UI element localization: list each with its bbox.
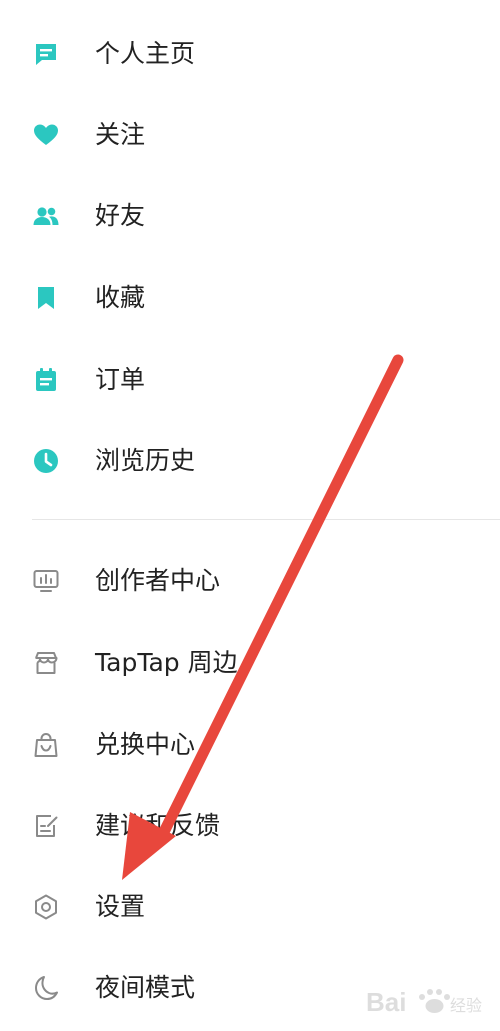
menu-item-redeem-center[interactable]: 兑换中心 — [0, 715, 500, 775]
menu-item-taptap-merch[interactable]: TapTap 周边 — [0, 633, 500, 693]
bookmark-icon — [32, 284, 60, 312]
menu-item-profile[interactable]: 个人主页 — [0, 24, 500, 84]
menu-item-feedback[interactable]: 建议和反馈 — [0, 796, 500, 856]
shopping-bag-icon — [32, 731, 60, 759]
menu-item-label: 个人主页 — [95, 39, 196, 68]
menu-item-label: 浏览历史 — [95, 446, 196, 475]
menu-item-label: 收藏 — [95, 283, 146, 312]
menu-item-label: 设置 — [95, 892, 146, 921]
menu-divider — [32, 519, 500, 520]
menu-item-label: TapTap 周边 — [95, 648, 238, 677]
profile-card-icon — [32, 40, 60, 68]
menu-item-label: 订单 — [95, 365, 146, 394]
menu-item-label: 建议和反馈 — [95, 811, 221, 840]
menu-item-night-mode[interactable]: 夜间模式 — [0, 958, 500, 1018]
menu-item-label: 关注 — [95, 120, 146, 149]
menu-item-creator-center[interactable]: 创作者中心 — [0, 551, 500, 611]
menu-item-follow[interactable]: 关注 — [0, 105, 500, 165]
edit-note-icon — [32, 812, 60, 840]
menu-item-favorites[interactable]: 收藏 — [0, 268, 500, 328]
heart-icon — [32, 121, 60, 149]
friends-icon — [32, 202, 60, 230]
menu-item-label: 兑换中心 — [95, 730, 196, 759]
clipboard-icon — [32, 366, 60, 394]
monitor-chart-icon — [32, 567, 60, 595]
menu-item-orders[interactable]: 订单 — [0, 350, 500, 410]
menu-item-friends[interactable]: 好友 — [0, 186, 500, 246]
menu-item-label: 创作者中心 — [95, 566, 221, 595]
menu-item-settings[interactable]: 设置 — [0, 877, 500, 937]
menu-item-label: 夜间模式 — [95, 973, 196, 1002]
settings-hexagon-icon — [32, 893, 60, 921]
menu-item-label: 好友 — [95, 201, 146, 230]
clock-icon — [32, 447, 60, 475]
shop-icon — [32, 649, 60, 677]
menu-item-history[interactable]: 浏览历史 — [0, 431, 500, 491]
moon-icon — [32, 974, 60, 1002]
